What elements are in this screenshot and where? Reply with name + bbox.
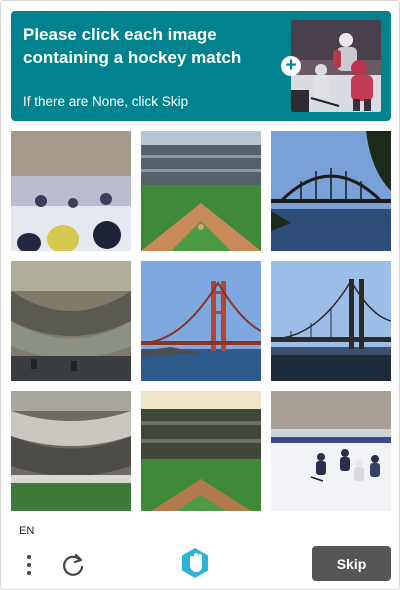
image-tile-9[interactable] [271,391,391,511]
hockey-crowd-image [11,131,131,251]
golden-gate-bridge-image [141,261,261,381]
image-tile-8[interactable] [141,391,261,511]
example-expand-icon[interactable]: + [281,56,301,76]
refresh-button[interactable] [59,551,87,579]
hockey-match-image [271,391,391,511]
challenge-header: Please click each image containing a hoc… [11,11,391,121]
suspension-bridge-image [271,261,391,381]
image-tile-2[interactable] [141,131,261,251]
image-tile-7[interactable] [11,391,131,511]
brand-logo-icon [181,547,209,579]
image-grid [11,131,391,511]
skip-button[interactable]: Skip [312,546,391,581]
image-tile-5[interactable] [141,261,261,381]
image-tile-4[interactable] [11,261,131,381]
baseball-stadium-2-image [141,391,261,511]
image-tile-6[interactable] [271,261,391,381]
arch-bridge-image [271,131,391,251]
example-image [291,20,381,112]
image-tile-3[interactable] [271,131,391,251]
baseball-stadium-image [141,131,261,251]
challenge-prompt: Please click each image containing a hoc… [23,25,242,67]
menu-button[interactable] [19,549,39,581]
language-selector[interactable]: EN [19,525,34,537]
image-tile-1[interactable] [11,131,131,251]
stadium-blurred-image [11,261,131,381]
menu-dot-icon [27,563,31,567]
stadium-blurred-2-image [11,391,131,511]
challenge-hint: If there are None, click Skip [23,94,189,109]
captcha-challenge: Please click each image containing a hoc… [0,0,400,590]
menu-dot-icon [27,571,31,575]
menu-dot-icon [27,555,31,559]
refresh-icon [62,553,84,576]
